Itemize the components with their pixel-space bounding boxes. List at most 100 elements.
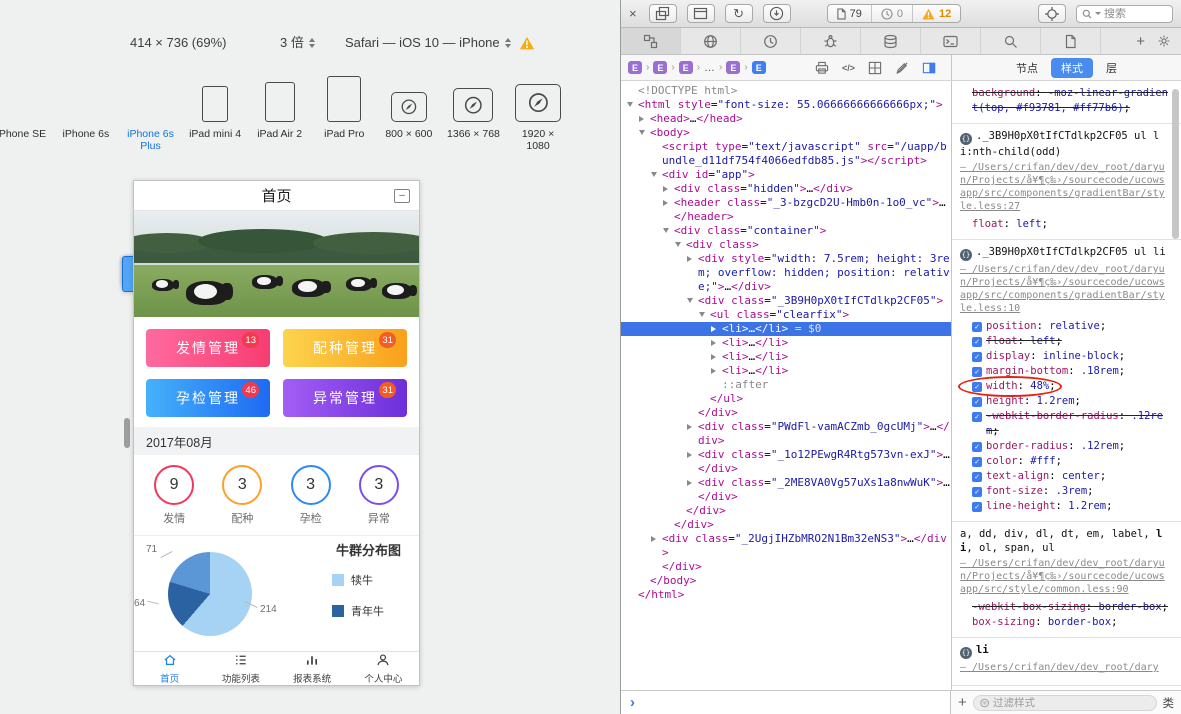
filter-input[interactable]	[992, 696, 1150, 709]
app-tab-chart[interactable]: 报表系统	[277, 652, 348, 685]
dom-node[interactable]: <head>…</head>	[621, 112, 951, 126]
warning-badge[interactable]: 12	[913, 5, 960, 22]
resource-count-badge[interactable]: 79	[828, 5, 872, 22]
dom-node[interactable]: <div class="container">	[621, 224, 951, 238]
timelines-tab[interactable]	[741, 28, 801, 54]
property-checkbox[interactable]: ✓	[972, 442, 982, 452]
device-option[interactable]: iPhone SE	[0, 76, 138, 284]
css-property[interactable]: ✓ float: left;	[960, 334, 1169, 349]
disclosure-arrow-icon[interactable]	[699, 308, 710, 322]
dom-node[interactable]: <html style="font-size: 55.0666666666666…	[621, 98, 951, 112]
dom-node[interactable]: <div class="hidden">…</div>	[621, 182, 951, 196]
property-checkbox[interactable]: ✓	[972, 382, 982, 392]
css-property[interactable]: background: -moz-linear-gradient(top, #f…	[960, 86, 1169, 116]
show-source-icon[interactable]: </>	[842, 63, 855, 73]
management-button[interactable]: 孕检管理 46	[146, 379, 270, 417]
disclosure-arrow-icon[interactable]	[651, 168, 662, 182]
dom-node[interactable]: </div>	[621, 518, 951, 532]
disclosure-arrow-icon[interactable]	[711, 364, 722, 378]
disclosure-arrow-icon[interactable]	[639, 112, 650, 126]
resources-tab[interactable]	[1041, 28, 1101, 54]
device-option[interactable]: iPad Air 2	[247, 76, 312, 152]
dom-node[interactable]: ::after	[621, 378, 951, 392]
dom-node[interactable]: <header class="_3-bzgcD2U-Hmb0n-1o0_vc">…	[621, 196, 951, 224]
disclosure-arrow-icon[interactable]	[663, 182, 674, 196]
css-property[interactable]: -webkit-box-sizing: border-box;	[960, 600, 1169, 615]
app-tab-user[interactable]: 个人中心	[348, 652, 419, 685]
dom-node[interactable]: <div class="_3B9H0pX0tIfCTdlkp2CF05">	[621, 294, 951, 308]
device-option[interactable]: iPad Pro	[312, 76, 377, 152]
details-sidebar-toggle-icon[interactable]	[922, 61, 936, 75]
disclosure-arrow-icon[interactable]	[687, 448, 698, 462]
css-property[interactable]: ✓ font-size: .3rem;	[960, 484, 1169, 499]
app-tab-home[interactable]: 首页	[134, 652, 205, 685]
console-prompt-bar[interactable]: ›	[621, 691, 951, 714]
download-button[interactable]	[762, 4, 791, 23]
breadcrumb-element[interactable]: E	[678, 61, 693, 74]
css-property[interactable]: ✓ line-height: 1.2rem;	[960, 499, 1169, 514]
property-checkbox[interactable]: ✓	[972, 502, 982, 512]
css-property[interactable]: ✓ text-align: center;	[960, 469, 1169, 484]
rule-selector[interactable]: {} ._3B9H0pX0tIfCTdlkp2CF05 ul li	[960, 245, 1169, 261]
disclosure-arrow-icon[interactable]	[675, 238, 686, 252]
scrollbar-thumb[interactable]	[1172, 89, 1179, 239]
dom-node[interactable]: <!DOCTYPE html>	[621, 84, 951, 98]
dom-node[interactable]: <li>…</li>	[621, 336, 951, 350]
disclosure-arrow-icon[interactable]	[627, 98, 638, 112]
device-option[interactable]: 1920 × 1080	[506, 76, 571, 152]
dom-node[interactable]: <div class>	[621, 238, 951, 252]
disclosure-arrow-icon[interactable]	[687, 420, 698, 434]
css-property[interactable]: ✓ border-radius: .12rem;	[960, 439, 1169, 454]
disclosure-arrow-icon[interactable]	[639, 126, 650, 140]
dom-node[interactable]: <div style="width: 7.5rem; height: 3rem;…	[621, 252, 951, 294]
disclosure-arrow-icon[interactable]	[711, 322, 722, 336]
network-tab[interactable]	[681, 28, 741, 54]
dom-node[interactable]: <div class="_2UgjIHZbMRO2N1Bm32eNS3">…</…	[621, 532, 951, 560]
disclosure-arrow-icon[interactable]	[711, 336, 722, 350]
sidebar-tab[interactable]: 层	[1096, 58, 1127, 78]
device-option[interactable]: iPhone 6s Plus	[118, 76, 183, 292]
rule-selector[interactable]: {} ._3B9H0pX0tIfCTdlkp2CF05 ul li:nth-chi…	[960, 129, 1169, 159]
management-button[interactable]: 配种管理 31	[283, 329, 407, 367]
dom-node[interactable]: <li>…</li>	[621, 364, 951, 378]
edit-pencil-icon[interactable]	[895, 61, 909, 75]
css-property[interactable]: ✓ height: 1.2rem;	[960, 394, 1169, 409]
dom-node[interactable]: <script type="text/javascript" src="/uap…	[621, 140, 951, 168]
sidebar-tab[interactable]: 样式	[1051, 57, 1093, 78]
rule-selector[interactable]: {} li	[960, 643, 1169, 659]
css-property[interactable]: ✓ width: 48%;	[958, 376, 1169, 397]
management-button[interactable]: 异常管理 31	[283, 379, 407, 417]
property-checkbox[interactable]: ✓	[972, 322, 982, 332]
dom-node[interactable]: <div class="PWdFl-vamACZmb_0gcUMj">…</di…	[621, 420, 951, 448]
dom-node[interactable]: <li>…</li> = $0	[621, 322, 951, 336]
show-tabs-button[interactable]	[648, 4, 677, 23]
css-property[interactable]: box-sizing: border-box;	[960, 615, 1169, 630]
property-checkbox[interactable]: ✓	[972, 352, 982, 362]
disclosure-arrow-icon[interactable]	[687, 294, 698, 308]
rule-source-link[interactable]: — /Users/crifan/dev/dev_root/daryun/Proj…	[960, 263, 1169, 315]
sidebar-tab[interactable]: 节点	[1006, 58, 1048, 78]
property-checkbox[interactable]: ✓	[972, 487, 982, 497]
dom-node[interactable]: </div>	[621, 560, 951, 574]
dom-node[interactable]: </div>	[621, 504, 951, 518]
device-option[interactable]: 800 × 600	[377, 76, 442, 152]
breadcrumb-element[interactable]: E	[653, 61, 668, 74]
disclosure-arrow-icon[interactable]	[663, 196, 674, 210]
print-styles-icon[interactable]	[815, 61, 829, 75]
elements-tab[interactable]	[621, 28, 681, 54]
device-option[interactable]: iPhone 6s	[54, 76, 140, 288]
dom-node[interactable]: <div class="_1o12PEwgR4Rtg573vn-exJ">…</…	[621, 448, 951, 476]
disclosure-arrow-icon[interactable]	[711, 350, 722, 364]
breadcrumb-element[interactable]: E	[628, 61, 642, 74]
breadcrumb-element[interactable]: E	[751, 61, 766, 74]
disclosure-arrow-icon[interactable]	[687, 476, 698, 490]
add-rule-button[interactable]: +	[958, 694, 967, 711]
css-property[interactable]: ✓ -webkit-border-radius: .12rem;	[960, 409, 1169, 439]
dom-node[interactable]: </div>	[621, 406, 951, 420]
reload-button[interactable]: ↻	[724, 4, 753, 23]
css-property[interactable]: ✓ color: #fff;	[960, 454, 1169, 469]
dom-node[interactable]: </ul>	[621, 392, 951, 406]
dock-button[interactable]	[686, 4, 715, 23]
property-checkbox[interactable]: ✓	[972, 412, 982, 422]
collapse-icon[interactable]: –	[394, 189, 410, 203]
